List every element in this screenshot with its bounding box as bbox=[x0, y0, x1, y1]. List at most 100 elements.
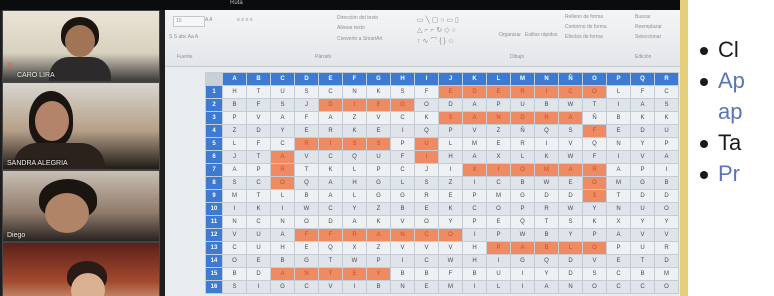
grid-cell[interactable]: X bbox=[486, 150, 511, 164]
grid-cell[interactable]: E bbox=[486, 85, 511, 99]
font-grow-icon[interactable]: A A bbox=[205, 17, 213, 23]
grid-cell[interactable]: G bbox=[390, 98, 415, 112]
grid-cell[interactable]: G bbox=[270, 280, 295, 294]
grid-cell[interactable]: A bbox=[630, 98, 655, 112]
grid-cell[interactable]: P bbox=[222, 111, 247, 125]
grid-cell[interactable]: I bbox=[654, 163, 679, 177]
grid-cell[interactable]: P bbox=[462, 189, 487, 203]
grid-cell[interactable]: T bbox=[246, 85, 271, 99]
grid-cell[interactable]: B bbox=[534, 228, 559, 242]
grid-cell[interactable]: N bbox=[222, 215, 247, 229]
column-header[interactable]: H bbox=[390, 72, 415, 86]
grid-cell[interactable]: A bbox=[222, 163, 247, 177]
grid-cell[interactable]: T bbox=[534, 215, 559, 229]
grid-cell[interactable]: U bbox=[246, 241, 271, 255]
grid-cell[interactable]: M bbox=[438, 280, 463, 294]
participant-tile[interactable]: SANDRA ALEGRIA bbox=[2, 82, 160, 170]
grid-cell[interactable]: H bbox=[462, 254, 487, 268]
grid-cell[interactable]: C bbox=[222, 241, 247, 255]
column-header[interactable]: A bbox=[222, 72, 247, 86]
grid-cell[interactable]: N bbox=[486, 111, 511, 125]
grid-cell[interactable]: I bbox=[534, 85, 559, 99]
row-header[interactable]: 3 bbox=[205, 111, 223, 125]
shapes-gallery[interactable]: ▭ ╲ ▢ ○ ▭ ▯ △ ⌐ ⌐ ↻ ◇ ○ ↑ ∿ ⌒ { } ☆ bbox=[417, 14, 487, 45]
grid-cell[interactable]: C bbox=[246, 215, 271, 229]
grid-cell[interactable]: Y bbox=[534, 267, 559, 281]
list-icon[interactable]: ≡ ≡ ≡ ≡ bbox=[237, 17, 253, 23]
grid-cell[interactable]: T bbox=[246, 189, 271, 203]
grid-cell[interactable]: J bbox=[414, 163, 439, 177]
grid-cell[interactable]: J bbox=[222, 150, 247, 164]
grid-cell[interactable]: K bbox=[342, 124, 367, 138]
grid-cell[interactable]: B bbox=[534, 241, 559, 255]
grid-cell[interactable]: N bbox=[342, 85, 367, 99]
grid-cell[interactable]: N bbox=[606, 137, 631, 151]
grid-cell[interactable]: E bbox=[606, 254, 631, 268]
grid-cell[interactable]: A bbox=[342, 215, 367, 229]
grid-cell[interactable]: E bbox=[246, 254, 271, 268]
grid-cell[interactable]: L bbox=[438, 137, 463, 151]
grid-cell[interactable]: Z bbox=[222, 124, 247, 138]
grid-cell[interactable]: J bbox=[294, 98, 319, 112]
grid-cell[interactable]: I bbox=[510, 267, 535, 281]
grid-cell[interactable]: C bbox=[318, 150, 343, 164]
grid-cell[interactable]: V bbox=[294, 150, 319, 164]
grid-cell[interactable]: Y bbox=[630, 137, 655, 151]
grid-cell[interactable]: F bbox=[294, 228, 319, 242]
grid-cell[interactable]: P bbox=[438, 124, 463, 138]
grid-cell[interactable]: W bbox=[342, 254, 367, 268]
column-header[interactable]: L bbox=[486, 72, 511, 86]
grid-cell[interactable]: V bbox=[246, 111, 271, 125]
grid-cell[interactable]: Y bbox=[654, 215, 679, 229]
grid-cell[interactable]: L bbox=[606, 85, 631, 99]
grid-cell[interactable]: S bbox=[222, 280, 247, 294]
row-header[interactable]: 2 bbox=[205, 98, 223, 112]
grid-cell[interactable]: H bbox=[270, 241, 295, 255]
column-header[interactable]: B bbox=[246, 72, 271, 86]
grid-cell[interactable]: Z bbox=[486, 124, 511, 138]
grid-cell[interactable]: I bbox=[510, 280, 535, 294]
grid-cell[interactable]: V bbox=[438, 241, 463, 255]
grid-cell[interactable]: O bbox=[414, 215, 439, 229]
grid-cell[interactable]: U bbox=[630, 202, 655, 216]
grid-cell[interactable]: D bbox=[558, 254, 583, 268]
grid-cell[interactable]: F bbox=[294, 111, 319, 125]
column-header[interactable]: F bbox=[342, 72, 367, 86]
column-header[interactable]: Ñ bbox=[558, 72, 583, 86]
grid-cell[interactable]: K bbox=[414, 111, 439, 125]
grid-cell[interactable]: Q bbox=[342, 150, 367, 164]
grid-cell[interactable]: P bbox=[606, 241, 631, 255]
grid-cell[interactable]: I bbox=[390, 124, 415, 138]
grid-cell[interactable]: M bbox=[222, 189, 247, 203]
grid-cell[interactable]: D bbox=[438, 98, 463, 112]
grid-cell[interactable]: I bbox=[606, 98, 631, 112]
column-header[interactable]: N bbox=[534, 72, 559, 86]
grid-cell[interactable]: T bbox=[246, 150, 271, 164]
column-header[interactable]: Q bbox=[630, 72, 655, 86]
grid-cell[interactable]: T bbox=[318, 267, 343, 281]
grid-cell[interactable]: P bbox=[486, 98, 511, 112]
column-header[interactable]: E bbox=[318, 72, 343, 86]
ribbon-item[interactable]: Estilos rápidos bbox=[525, 32, 558, 38]
grid-cell[interactable]: H bbox=[438, 150, 463, 164]
grid-cell[interactable]: Y bbox=[438, 215, 463, 229]
grid-cell[interactable]: O bbox=[582, 241, 607, 255]
grid-cell[interactable]: G bbox=[630, 176, 655, 190]
grid-cell[interactable]: U bbox=[630, 241, 655, 255]
grid-cell[interactable]: I bbox=[390, 254, 415, 268]
grid-cell[interactable]: K bbox=[582, 215, 607, 229]
grid-cell[interactable]: F bbox=[246, 98, 271, 112]
grid-cell[interactable]: M bbox=[654, 267, 679, 281]
grid-cell[interactable]: E bbox=[486, 215, 511, 229]
grid-cell[interactable]: Q bbox=[318, 241, 343, 255]
grid-cell[interactable]: Ñ bbox=[582, 111, 607, 125]
grid-cell[interactable]: O bbox=[270, 176, 295, 190]
grid-cell[interactable]: O bbox=[582, 85, 607, 99]
grid-cell[interactable]: F bbox=[582, 124, 607, 138]
grid-cell[interactable]: Y bbox=[270, 124, 295, 138]
grid-cell[interactable]: I bbox=[462, 280, 487, 294]
grid-cell[interactable]: A bbox=[558, 111, 583, 125]
grid-cell[interactable]: L bbox=[486, 280, 511, 294]
grid-cell[interactable]: E bbox=[438, 189, 463, 203]
grid-cell[interactable]: Q bbox=[510, 215, 535, 229]
